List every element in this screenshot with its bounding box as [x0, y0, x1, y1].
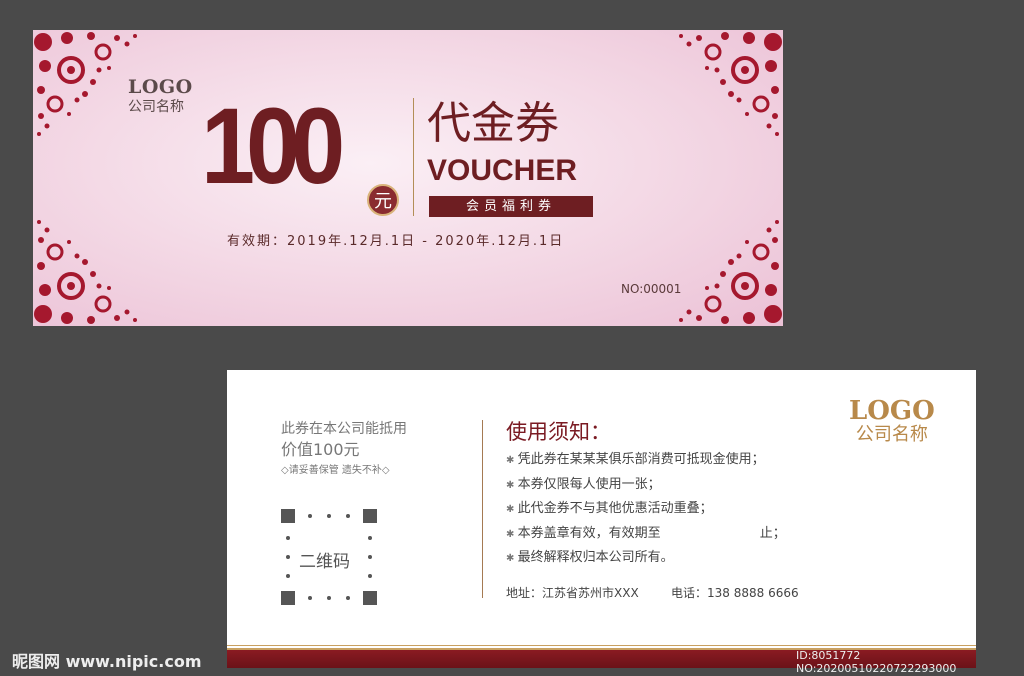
keep-note: ◇请妥善保管 遗失不补◇: [281, 465, 390, 476]
rule-item: 本券盖章有效，有效期至 止；: [506, 522, 786, 547]
value-amount: 价值100元: [281, 440, 360, 459]
notice-title: 使用须知：: [506, 420, 611, 444]
back-logo: LOGO 公司名称: [849, 398, 935, 446]
serial-number: NO:00001: [621, 282, 682, 296]
voucher-front: LOGO 公司名称 100 元 代金券 VOUCHER 会员福利券 有效期：20…: [33, 30, 783, 326]
company-name: 公司名称: [128, 99, 184, 115]
address: 地址：江苏省苏州市XXX: [506, 586, 639, 600]
qr-code-label: 二维码: [299, 552, 350, 572]
front-logo: LOGO 公司名称: [128, 76, 193, 116]
lace-corner-bottom-left: [34, 220, 137, 324]
watermark-site: 昵图网 www.nipic.com: [12, 652, 202, 671]
voucher-back: 此券在本公司能抵用 价值100元 ◇请妥善保管 遗失不补◇ 二维码 使用须知： …: [227, 370, 976, 668]
logo-text: LOGO: [849, 396, 935, 426]
rule-item: 本券仅限每人使用一张；: [506, 473, 786, 498]
rule-item: 此代金券不与其他优惠活动重叠；: [506, 497, 786, 522]
qr-code-placeholder: 二维码: [281, 509, 377, 605]
currency-badge: 元: [367, 184, 399, 216]
rule-item: 最终解释权归本公司所有。: [506, 546, 786, 571]
logo-text: LOGO: [128, 76, 193, 98]
back-divider: [482, 420, 483, 598]
rule-item: 凭此券在某某某俱乐部消费可抵现金使用；: [506, 448, 786, 473]
validity-period: 有效期：2019年.12月.1日 - 2020年.12月.1日: [227, 234, 565, 249]
voucher-title-en: VOUCHER: [427, 154, 578, 187]
usage-rules: 凭此券在某某某俱乐部消费可抵现金使用； 本券仅限每人使用一张； 此代金券不与其他…: [506, 448, 786, 571]
lace-corner-top-left: [34, 32, 137, 136]
value-statement: 此券在本公司能抵用: [281, 421, 407, 437]
voucher-title-cn: 代金券: [427, 98, 559, 149]
voucher-amount: 100: [201, 85, 345, 206]
lace-corner-top-right: [679, 32, 782, 136]
title-divider: [413, 98, 414, 216]
company-name: 公司名称: [855, 424, 928, 445]
lace-corner-bottom-right: [679, 220, 782, 324]
phone: 电话：138 8888 6666: [671, 586, 799, 600]
gold-rule: [227, 645, 976, 646]
watermark-id: ID:8051772 NO:20200510220722293000: [796, 649, 957, 675]
member-label: 会员福利券: [429, 196, 593, 217]
